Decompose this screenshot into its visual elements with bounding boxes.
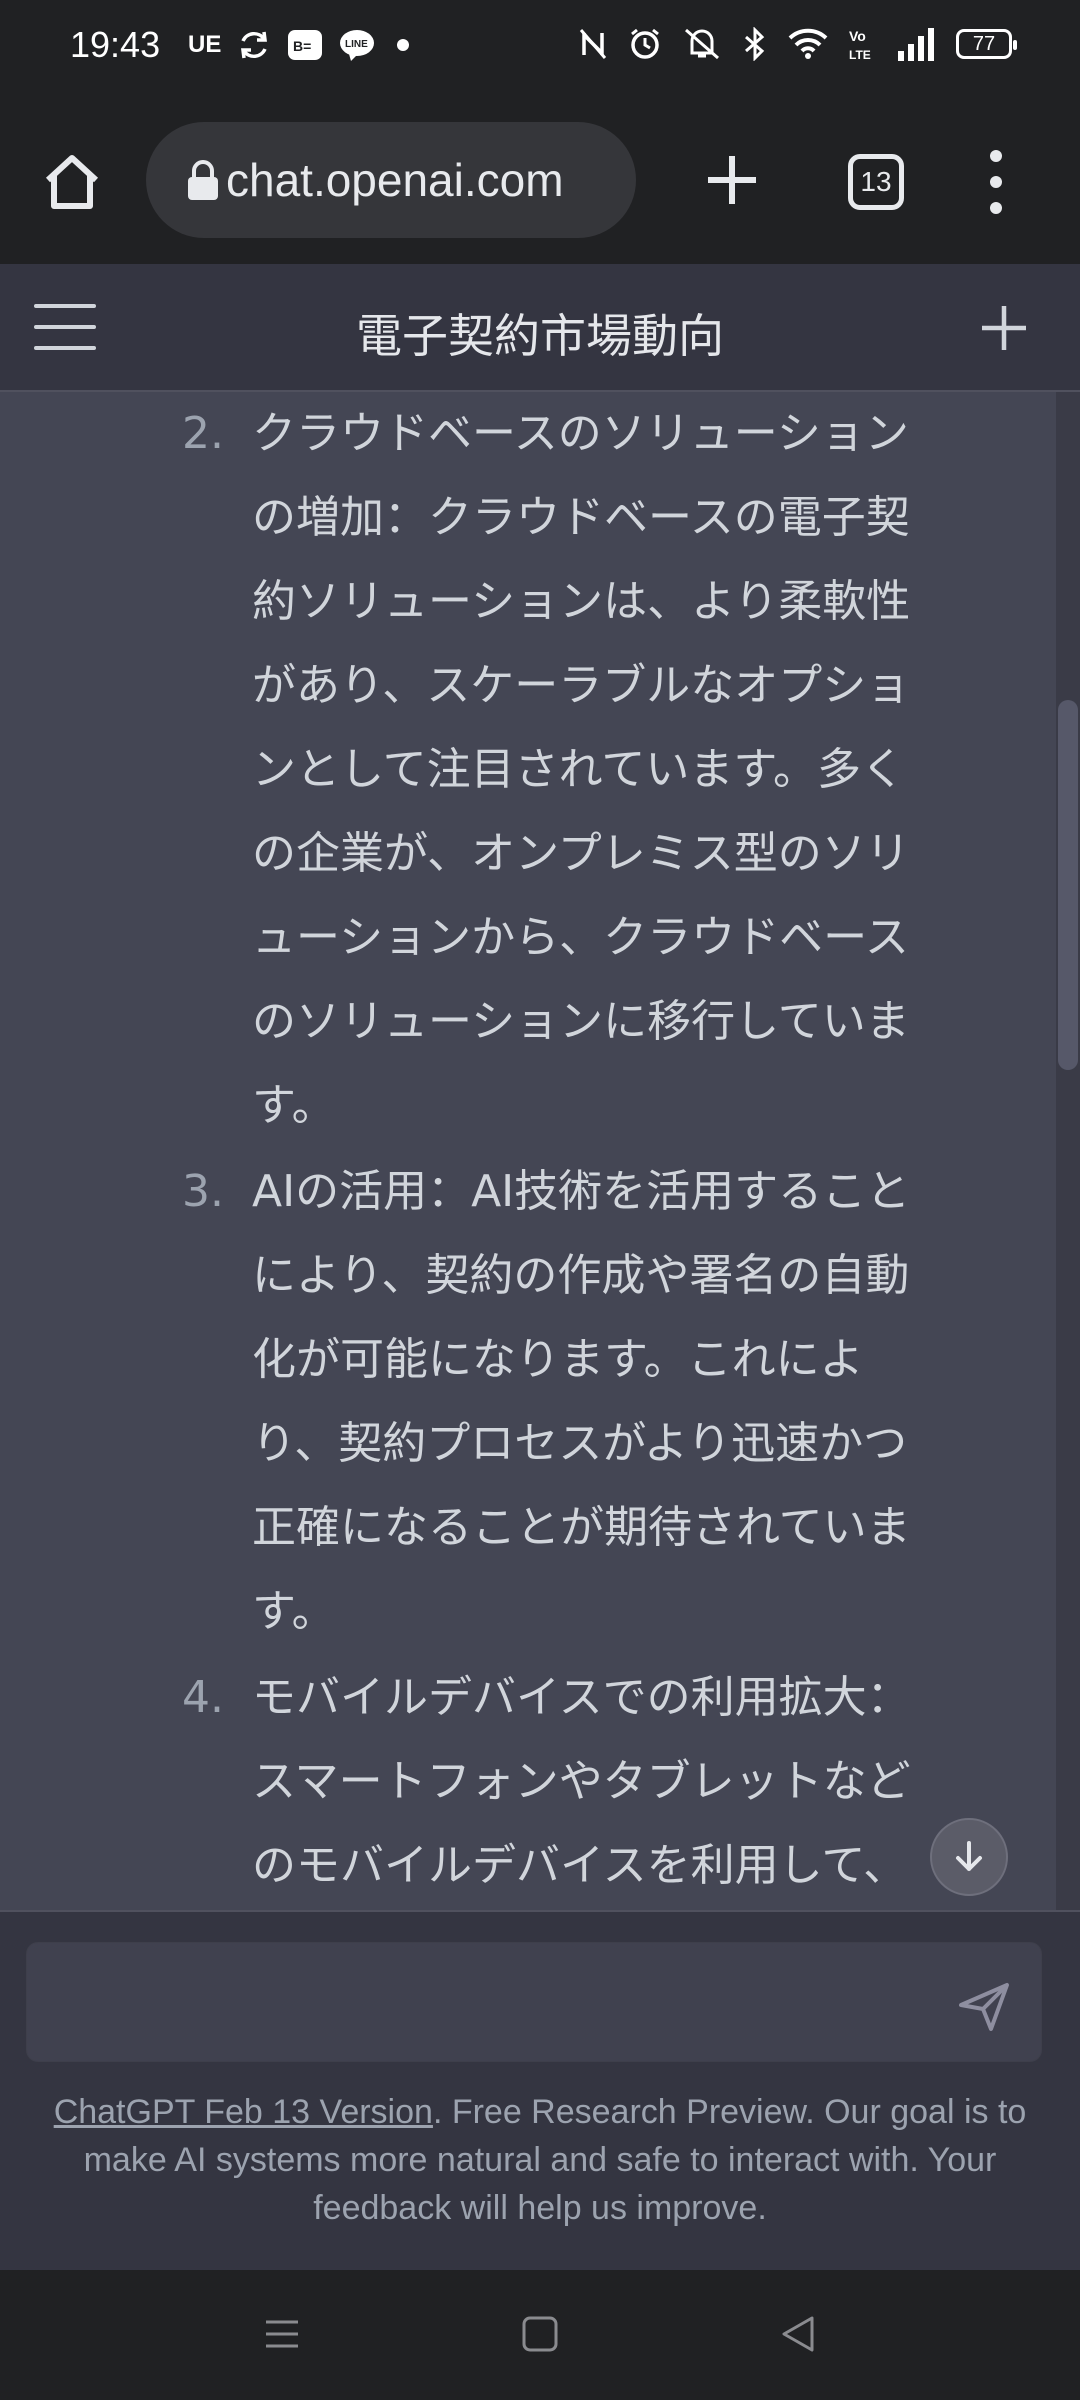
list-item-number: 4. [182, 1672, 224, 1723]
message-input[interactable] [57, 1973, 937, 2033]
list-item-text: AIの活用：AI技術を活用すること により、契約の作成や署名の自動 化が可能にな… [252, 1166, 911, 1637]
svg-text:LINE: LINE [345, 39, 368, 50]
system-nav-bar [0, 2270, 1080, 2400]
screen: 19:43 UE B= LINE Vo LTE 77 chat.openai.c… [0, 0, 1080, 2400]
list-item-number: 2. [182, 408, 224, 459]
dot-icon [397, 39, 410, 51]
new-tab-icon[interactable] [702, 150, 762, 210]
message-composer[interactable] [26, 1942, 1042, 2062]
composer-area: ChatGPT Feb 13 Version. Free Research Pr… [0, 1910, 1080, 2270]
list-item-number: 3. [182, 1166, 224, 1217]
svg-text:Vo: Vo [849, 28, 866, 44]
chat-header: 電子契約市場動向 [0, 264, 1080, 392]
footer-disclaimer: ChatGPT Feb 13 Version. Free Research Pr… [30, 2088, 1050, 2232]
status-left-icons: UE B= LINE [188, 28, 415, 62]
alarm-icon [631, 28, 659, 59]
line-icon: LINE [340, 30, 375, 61]
svg-text:B=: B= [293, 38, 311, 54]
send-icon[interactable] [955, 1977, 1013, 2035]
address-bar[interactable]: chat.openai.com [146, 122, 636, 238]
lock-icon [188, 160, 218, 200]
bluetooth-icon [745, 27, 765, 61]
arrow-down-icon [956, 1841, 982, 1871]
conversation-area[interactable]: 2. クラウドベースのソリューション の増加：クラウドベースの電子契 約ソリュー… [0, 392, 1080, 1910]
version-link[interactable]: ChatGPT Feb 13 Version [54, 2093, 433, 2131]
url-text: chat.openai.com [226, 154, 564, 206]
svg-text:LTE: LTE [849, 48, 871, 62]
tab-switcher-button[interactable]: 13 [848, 154, 904, 210]
list-item-text: クラウドベースのソリューション の増加：クラウドベースの電子契 約ソリューション… [252, 408, 911, 1131]
mute-icon [685, 28, 719, 60]
signal-icon [898, 28, 934, 61]
new-chat-icon[interactable] [978, 302, 1030, 354]
wifi-icon [788, 28, 828, 59]
browser-toolbar: chat.openai.com 13 [0, 96, 1080, 264]
scroll-to-bottom-button[interactable] [930, 1818, 1008, 1896]
nfc-off-icon [579, 29, 607, 59]
scrollbar-track[interactable] [1056, 392, 1080, 1910]
sync-icon [241, 31, 268, 59]
scrollbar-thumb[interactable] [1058, 700, 1078, 1070]
list-item-text: モバイルデバイスでの利用拡大： スマートフォンやタブレットなど のモバイルデバイ… [252, 1672, 911, 1891]
bb-app-icon: B= [288, 30, 323, 60]
status-time: 19:43 [70, 24, 161, 65]
battery-icon: 77 [956, 29, 1017, 59]
home-square-icon[interactable] [520, 2314, 560, 2354]
home-icon[interactable] [40, 150, 104, 214]
back-icon[interactable] [778, 2314, 818, 2354]
volte-icon: Vo LTE [849, 28, 871, 62]
recents-icon[interactable] [262, 2314, 302, 2354]
overflow-menu-icon[interactable] [984, 150, 1008, 214]
status-bar: 19:43 UE B= LINE Vo LTE 77 [0, 0, 1080, 96]
conversation-title: 電子契約市場動向 [356, 309, 724, 363]
ue-indicator: UE [188, 31, 222, 58]
status-right-icons: Vo LTE 77 [578, 26, 1017, 62]
